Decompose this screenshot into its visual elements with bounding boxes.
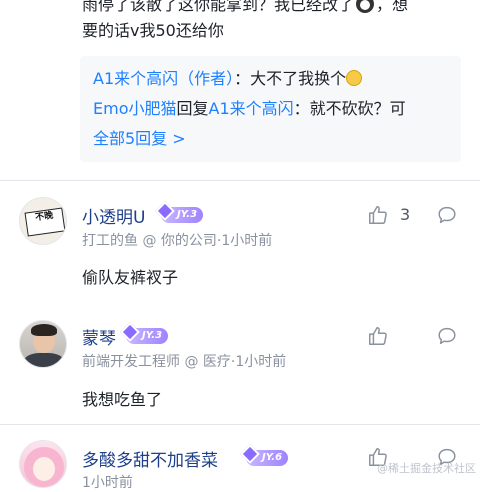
comment-text: 偷队友裤衩子 bbox=[82, 268, 179, 287]
avatar-card: 不晚 bbox=[24, 207, 66, 237]
reply-author-link[interactable]: A1来个高闪（作者） bbox=[93, 69, 234, 88]
thumbs-up-icon[interactable] bbox=[367, 204, 389, 226]
show-all-replies-link[interactable]: 全部5回复 > bbox=[93, 124, 186, 154]
diamond-icon bbox=[240, 444, 260, 464]
penguin-emoji-icon bbox=[356, 0, 375, 13]
like-count: 3 bbox=[400, 205, 411, 224]
reply-text: ：大不了我换个 bbox=[234, 69, 347, 88]
commenter-name[interactable]: 小透明U bbox=[82, 203, 145, 228]
reply-bubble-icon[interactable] bbox=[436, 204, 458, 226]
commenter-meta: 打工的鱼 @ 你的公司·1小时前 bbox=[82, 233, 273, 249]
reply-target-link[interactable]: A1来个高闪 bbox=[209, 99, 294, 118]
reply-item: Emo小肥猫回复A1来个高闪：就不砍砍？可 bbox=[93, 94, 406, 124]
divider bbox=[0, 180, 480, 181]
diamond-icon bbox=[155, 201, 175, 221]
comment-text-line: 雨停了该散了这你能拿到？我已经改了 bbox=[82, 0, 355, 14]
reply-bubble-icon[interactable] bbox=[436, 325, 458, 347]
reply-author-link[interactable]: Emo小肥猫 bbox=[93, 99, 177, 118]
comment-text: 我想吃鱼了 bbox=[82, 390, 163, 409]
watermark: @稀土掘金技术社区 bbox=[377, 462, 476, 475]
level-badge: JY.3 bbox=[120, 322, 169, 344]
avatar[interactable] bbox=[19, 440, 67, 488]
diamond-icon bbox=[120, 322, 140, 342]
divider bbox=[0, 424, 480, 425]
comment-text-tail: ，想 bbox=[376, 0, 409, 14]
level-badge: JY.3 bbox=[155, 201, 204, 223]
comment-text-line: 要的话v我50还给你 bbox=[82, 21, 224, 40]
commenter-meta: 1小时前 bbox=[82, 475, 133, 491]
thumbs-up-icon[interactable] bbox=[367, 325, 389, 347]
comment-body-continued: 雨停了该散了这你能拿到？我已经改了 ，想 要的话v我50还给你 bbox=[82, 0, 462, 44]
avatar[interactable]: 不晚 bbox=[19, 197, 67, 245]
reply-item: A1来个高闪（作者）：大不了我换个 bbox=[93, 64, 363, 94]
avatar[interactable] bbox=[19, 320, 67, 368]
dizzy-face-emoji-icon bbox=[346, 70, 363, 86]
reply-connector: 回复 bbox=[176, 99, 209, 118]
reply-text: ：就不砍砍？可 bbox=[293, 99, 406, 118]
commenter-meta: 前端开发工程师 @ 医疗·1小时前 bbox=[82, 354, 287, 370]
level-badge: JY.6 bbox=[240, 444, 289, 466]
commenter-name[interactable]: 多酸多甜不加香菜 bbox=[82, 446, 218, 471]
commenter-name[interactable]: 蒙琴 bbox=[82, 324, 116, 349]
reply-preview-box: A1来个高闪（作者）：大不了我换个 Emo小肥猫回复A1来个高闪：就不砍砍？可 … bbox=[80, 56, 461, 162]
